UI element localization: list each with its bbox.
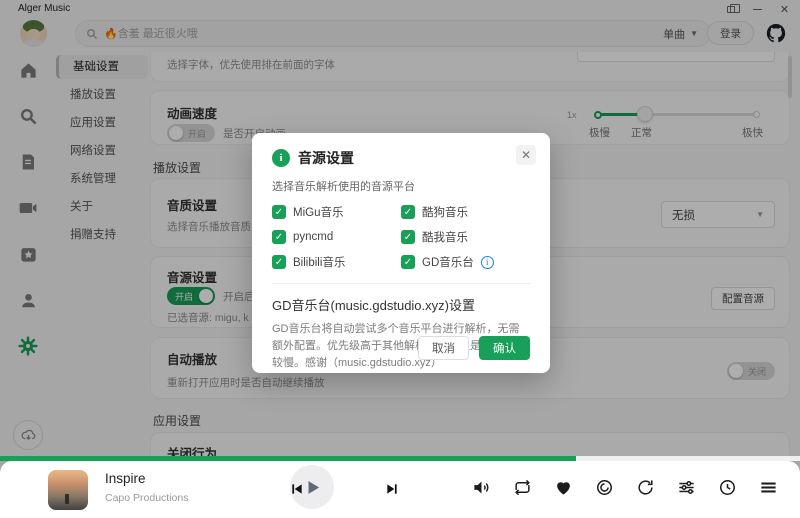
- checkbox-checked-icon: ✓: [272, 205, 286, 219]
- modal-subtitle: 选择音乐解析使用的音源平台: [272, 181, 415, 193]
- checkbox-checked-icon: ✓: [401, 205, 415, 219]
- volume-icon[interactable]: [471, 477, 491, 497]
- track-title[interactable]: Inspire: [105, 471, 146, 486]
- modal-title: 音源设置: [298, 150, 354, 166]
- source-checkbox-gd[interactable]: ✓ GD音乐台 i: [401, 254, 530, 270]
- next-track-icon[interactable]: [385, 482, 399, 496]
- checkbox-checked-icon: ✓: [401, 230, 415, 244]
- modal-close-icon[interactable]: ✕: [516, 145, 536, 165]
- repeat-icon[interactable]: [512, 477, 532, 497]
- source-checkbox-pyncmd[interactable]: ✓ pyncmd: [272, 229, 401, 245]
- source-checkbox-kuwo[interactable]: ✓ 酷我音乐: [401, 229, 530, 245]
- previous-track-icon[interactable]: [290, 482, 304, 496]
- gd-settings-heading: GD音乐台(music.gdstudio.xyz)设置: [272, 298, 475, 313]
- source-checkbox-migu[interactable]: ✓ MiGu音乐: [272, 204, 401, 220]
- refresh-icon[interactable]: [635, 477, 655, 497]
- divider: [272, 283, 530, 284]
- source-checkbox-kugou[interactable]: ✓ 酷狗音乐: [401, 204, 530, 220]
- player-bar: Inspire Capo Productions: [0, 456, 800, 518]
- checkbox-checked-icon: ✓: [272, 255, 286, 269]
- source-checkbox-grid: ✓ MiGu音乐 ✓ 酷狗音乐 ✓ pyncmd ✓ 酷我音乐 ✓ Bilibi…: [272, 204, 530, 270]
- album-art[interactable]: [48, 470, 88, 510]
- app-window: Alger Music ✕ 单曲 ▼ 登录: [0, 0, 800, 518]
- checkbox-checked-icon: ✓: [272, 230, 286, 244]
- player-right-controls: [471, 477, 778, 497]
- info-icon: i: [272, 149, 290, 167]
- sound-effect-spiral-icon[interactable]: [594, 477, 614, 497]
- playlist-menu-icon[interactable]: [758, 477, 778, 497]
- source-settings-modal: i 音源设置 ✕ 选择音乐解析使用的音源平台 ✓ MiGu音乐 ✓ 酷狗音乐 ✓…: [252, 133, 550, 373]
- track-artist: Capo Productions: [105, 492, 189, 504]
- checkbox-checked-icon: ✓: [401, 255, 415, 269]
- transport-controls: [290, 465, 405, 515]
- timer-clock-icon[interactable]: [717, 477, 737, 497]
- favorite-heart-icon[interactable]: [553, 477, 573, 497]
- confirm-button[interactable]: 确认: [479, 336, 530, 360]
- cancel-button[interactable]: 取消: [418, 336, 469, 360]
- gd-info-icon[interactable]: i: [480, 255, 494, 269]
- equalizer-icon[interactable]: [676, 477, 696, 497]
- source-checkbox-bilibili[interactable]: ✓ Bilibili音乐: [272, 254, 401, 270]
